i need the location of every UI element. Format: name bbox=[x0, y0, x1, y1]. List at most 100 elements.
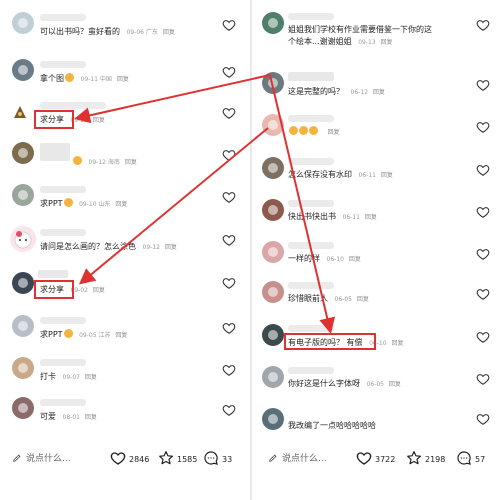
avatar[interactable] bbox=[262, 241, 284, 263]
comment-text-row: 这是完整的吗？ 06-12 回复 bbox=[288, 86, 385, 98]
username-blurred bbox=[40, 14, 86, 21]
heart-icon[interactable] bbox=[476, 120, 490, 134]
avatar[interactable] bbox=[262, 324, 284, 346]
username-blurred bbox=[40, 359, 86, 366]
comment-item: 回复 bbox=[252, 112, 500, 152]
avatar[interactable] bbox=[262, 408, 284, 430]
username-blurred bbox=[288, 325, 334, 332]
reply-link[interactable]: 回复 bbox=[93, 117, 105, 124]
comment-input[interactable]: 说点什么... bbox=[12, 450, 98, 468]
avatar[interactable] bbox=[12, 59, 34, 81]
reply-link[interactable]: 回复 bbox=[125, 159, 137, 166]
reply-link[interactable]: 回复 bbox=[163, 29, 175, 36]
reply-link[interactable]: 回复 bbox=[93, 287, 105, 294]
heart-icon[interactable] bbox=[222, 403, 236, 417]
comment-text: 珍惜眼前人 bbox=[288, 294, 328, 303]
avatar[interactable] bbox=[12, 357, 34, 379]
like-button[interactable]: 2846 bbox=[110, 450, 149, 468]
avatar[interactable] bbox=[262, 157, 284, 179]
comment-text: 可爱 bbox=[40, 412, 56, 421]
reply-link[interactable]: 回复 bbox=[365, 214, 377, 221]
comment-text: 这是完整的吗？ bbox=[288, 87, 344, 96]
like-count: 3722 bbox=[375, 455, 396, 464]
avatar[interactable] bbox=[12, 12, 34, 34]
bottom-action-bar: 说点什么... 3722 2198 57 bbox=[252, 438, 500, 480]
like-button[interactable]: 3722 bbox=[356, 450, 395, 468]
comment-button[interactable]: 57 bbox=[456, 450, 485, 468]
comment-item: 我改编了一点哈哈哈哈哈 bbox=[252, 402, 500, 442]
avatar[interactable] bbox=[10, 226, 36, 252]
comment-input[interactable]: 说点什么... bbox=[268, 450, 354, 468]
heart-icon[interactable] bbox=[222, 18, 236, 32]
pencil-icon bbox=[269, 454, 277, 462]
reply-link[interactable]: 回复 bbox=[328, 129, 340, 136]
emoji-icon bbox=[63, 198, 73, 207]
reply-link[interactable]: 回复 bbox=[357, 296, 369, 303]
heart-icon[interactable] bbox=[476, 78, 490, 92]
username-blurred bbox=[288, 282, 334, 289]
reply-link[interactable]: 回复 bbox=[381, 172, 393, 179]
comment-text: 怎么保存没有水印 bbox=[288, 170, 352, 179]
reply-link[interactable]: 回复 bbox=[115, 201, 127, 208]
star-button[interactable]: 2198 bbox=[406, 450, 445, 468]
heart-icon[interactable] bbox=[476, 18, 490, 32]
avatar[interactable] bbox=[262, 72, 284, 94]
heart-icon[interactable] bbox=[476, 412, 490, 426]
comment-text-row: 个绘本...谢谢姐姐 09-13 回复 bbox=[288, 36, 393, 48]
comment-text-row: 可以出书吗？蛮好看的 09-06 广东 回复 bbox=[40, 26, 175, 38]
reply-link[interactable]: 回复 bbox=[85, 374, 97, 381]
heart-icon bbox=[356, 452, 372, 465]
avatar[interactable] bbox=[262, 12, 284, 34]
reply-link[interactable]: 回复 bbox=[115, 332, 127, 339]
reply-link[interactable]: 回复 bbox=[117, 76, 129, 83]
reply-link[interactable]: 回复 bbox=[373, 89, 385, 96]
heart-icon[interactable] bbox=[476, 205, 490, 219]
comment-text: 你好这是什么字体呀 bbox=[288, 379, 360, 388]
like-count: 2846 bbox=[129, 455, 150, 464]
heart-icon[interactable] bbox=[476, 372, 490, 386]
highlight-box-right bbox=[284, 333, 376, 350]
reply-link[interactable]: 回复 bbox=[391, 340, 403, 347]
heart-icon[interactable] bbox=[476, 287, 490, 301]
heart-icon[interactable] bbox=[476, 247, 490, 261]
avatar[interactable] bbox=[12, 397, 34, 419]
avatar[interactable] bbox=[262, 114, 284, 136]
avatar[interactable] bbox=[262, 366, 284, 388]
avatar[interactable] bbox=[13, 104, 27, 118]
avatar[interactable] bbox=[12, 184, 34, 206]
username-blurred bbox=[288, 115, 334, 122]
heart-icon[interactable] bbox=[222, 233, 236, 247]
comment-button[interactable]: 33 bbox=[203, 450, 232, 468]
heart-icon[interactable] bbox=[222, 190, 236, 204]
emoji-icon bbox=[299, 126, 308, 135]
reply-link[interactable]: 回复 bbox=[381, 39, 393, 46]
heart-icon[interactable] bbox=[476, 330, 490, 344]
comment-item: 拿个图 09-11 中国 回复 bbox=[0, 57, 250, 97]
avatar[interactable] bbox=[262, 281, 284, 303]
heart-icon[interactable] bbox=[222, 363, 236, 377]
heart-icon[interactable] bbox=[222, 148, 236, 162]
comment-item: 怎么保存没有水印 06-11 回复 bbox=[252, 155, 500, 195]
username-blurred bbox=[288, 13, 334, 20]
comment-item: 请问是怎么画的？怎么涂色 09-12 回复 bbox=[0, 225, 250, 265]
avatar[interactable] bbox=[262, 199, 284, 221]
heart-icon[interactable] bbox=[476, 163, 490, 177]
heart-icon[interactable] bbox=[222, 321, 236, 335]
avatar[interactable] bbox=[12, 272, 34, 294]
emoji-icon bbox=[289, 126, 298, 135]
avatar[interactable] bbox=[12, 315, 34, 337]
comment-text: 求PPT bbox=[40, 330, 63, 339]
reply-link[interactable]: 回复 bbox=[165, 244, 177, 251]
comment-text: 我改编了一点哈哈哈哈哈 bbox=[288, 421, 376, 430]
heart-icon[interactable] bbox=[222, 106, 236, 120]
emoji-icon bbox=[65, 73, 74, 82]
star-icon bbox=[407, 451, 421, 465]
star-button[interactable]: 1585 bbox=[158, 450, 197, 468]
reply-link[interactable]: 回复 bbox=[85, 414, 97, 421]
avatar[interactable] bbox=[12, 142, 34, 164]
heart-icon[interactable] bbox=[222, 276, 236, 290]
reply-link[interactable]: 回复 bbox=[389, 381, 401, 388]
comment-item: 打卡 09-07 回复 bbox=[0, 355, 250, 395]
reply-link[interactable]: 回复 bbox=[349, 256, 361, 263]
heart-icon[interactable] bbox=[222, 65, 236, 79]
